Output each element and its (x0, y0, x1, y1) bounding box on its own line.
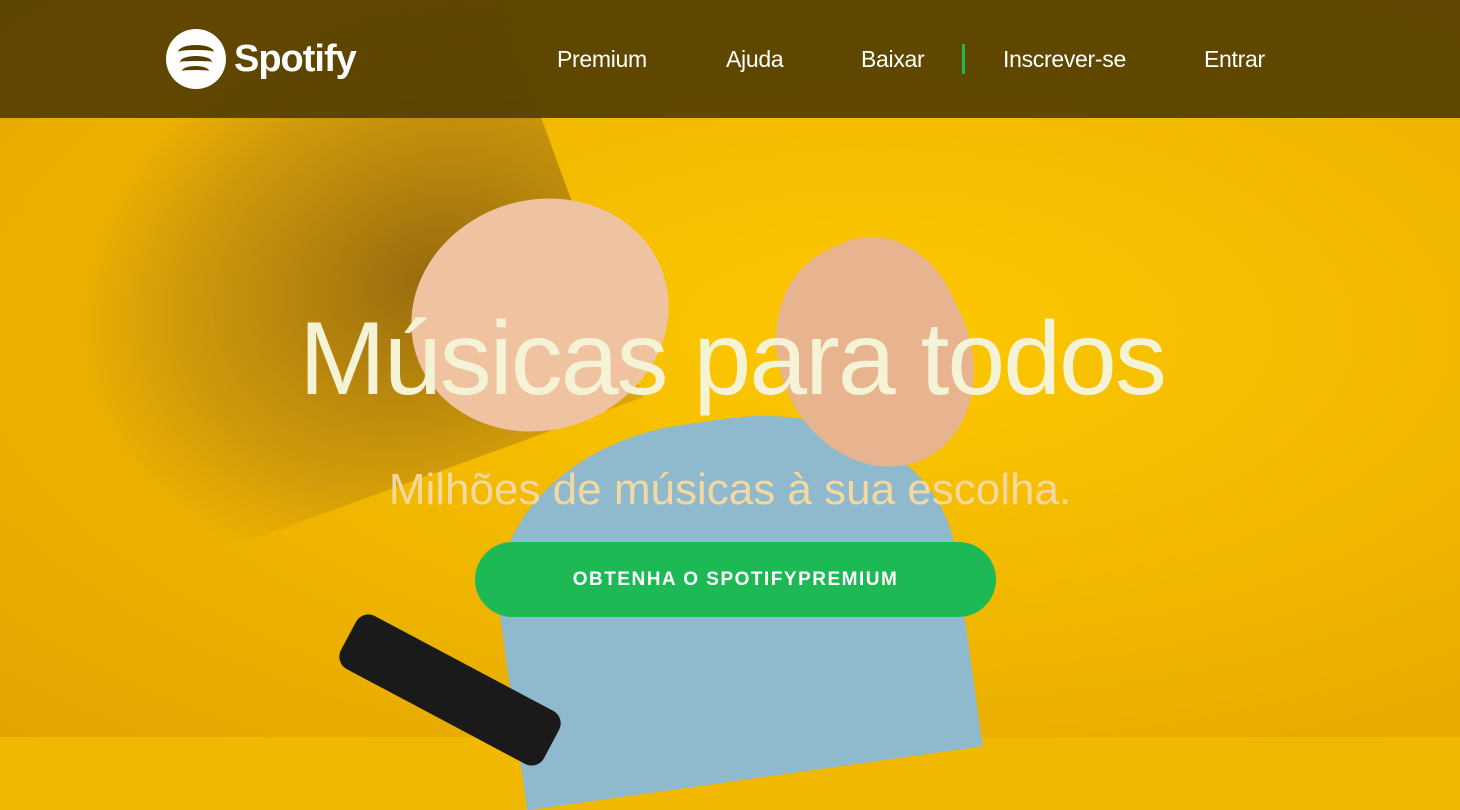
nav-ajuda[interactable]: Ajuda (726, 46, 784, 73)
spotify-logo-icon (166, 29, 226, 89)
get-premium-button[interactable]: OBTENHA O SPOTIFYPREMIUM (475, 542, 996, 617)
top-navbar: Spotify Premium Ajuda Baixar Inscrever-s… (0, 0, 1460, 118)
nav-baixar[interactable]: Baixar (861, 46, 925, 73)
nav-inscrever-se[interactable]: Inscrever-se (1003, 46, 1126, 73)
logo-wordmark: Spotify (234, 37, 357, 80)
nav-premium[interactable]: Premium (557, 46, 647, 73)
nav-entrar[interactable]: Entrar (1204, 46, 1265, 73)
hero-title: Músicas para todos (299, 301, 1167, 417)
nav-divider (962, 44, 965, 74)
spotify-logo[interactable]: Spotify (166, 29, 357, 89)
hero-subtitle: Milhões de músicas à sua escolha. (388, 465, 1072, 514)
